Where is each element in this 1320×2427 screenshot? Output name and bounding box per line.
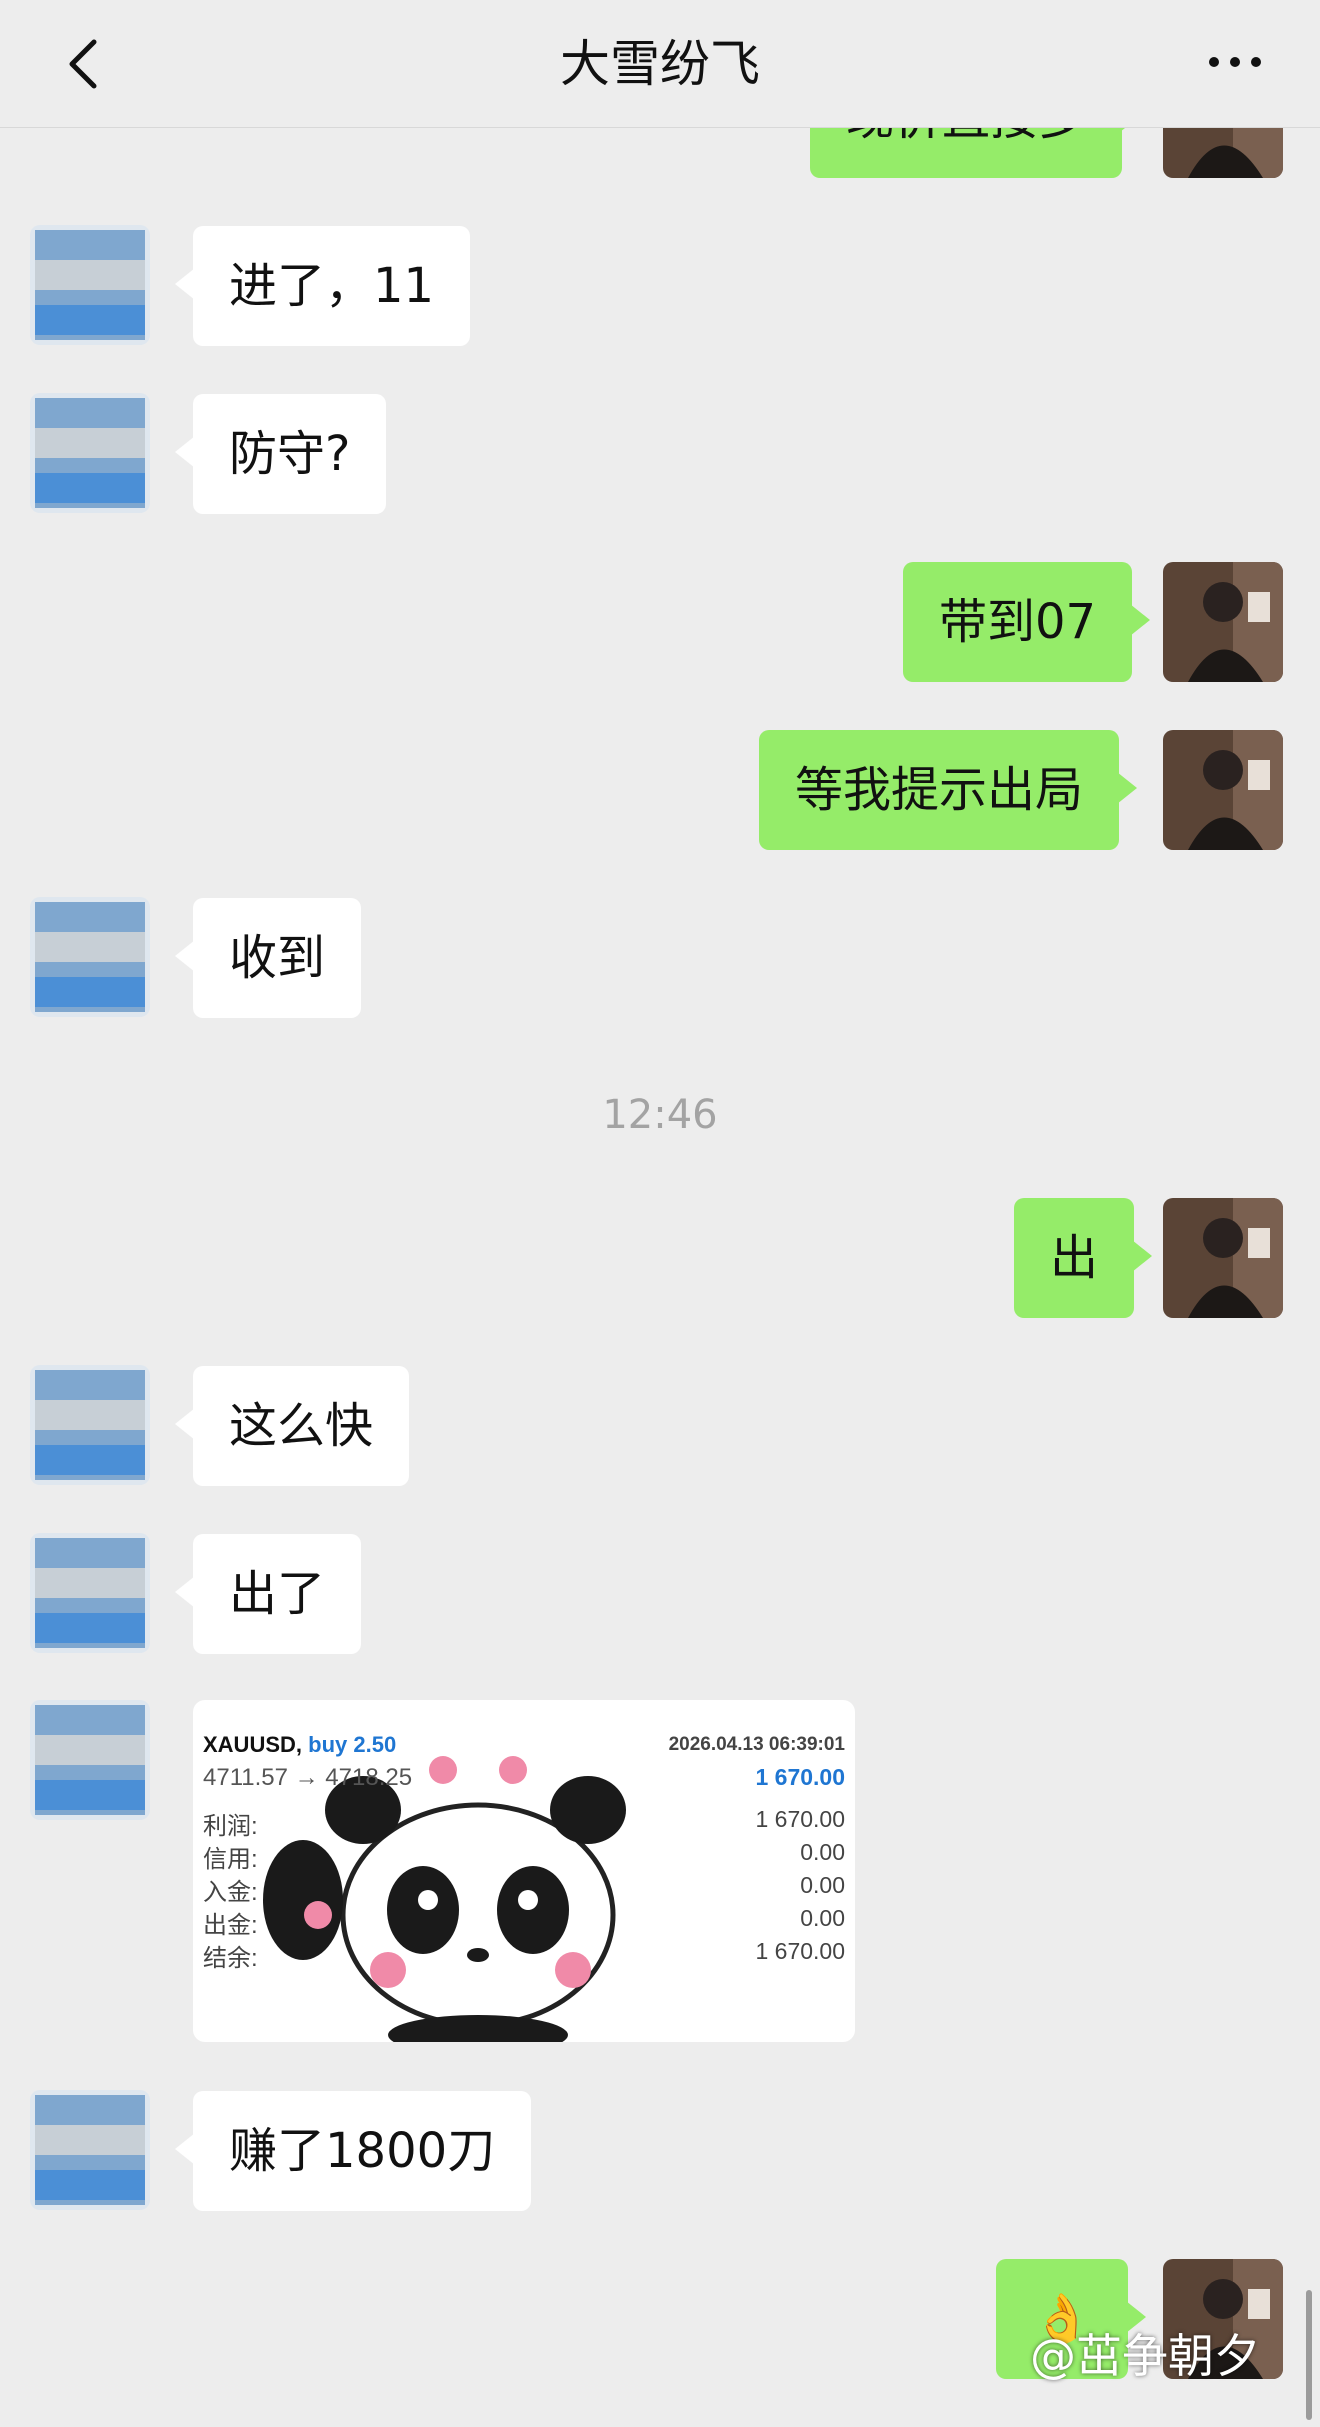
trade-profit-total: 1 670.00 [755,1764,845,1790]
trade-row-label: 信用: [203,1846,258,1873]
trade-side: buy 2.50 [308,1732,397,1757]
trade-prices: 4711.57 → 4718.25 [203,1764,413,1791]
trade-row-value: 1 670.00 [755,1938,845,1964]
trade-row-value: 1 670.00 [755,1806,845,1832]
message-timestamp: 12:46 [602,1092,718,1138]
trade-screenshot-image[interactable]: XAUUSD, buy 2.50 2026.04.13 06:39:01 471… [193,1700,855,2042]
trade-row-value: 0.00 [800,1839,845,1865]
avatar-other[interactable] [30,897,150,1017]
message-bubble-self[interactable]: 出 [1014,1198,1153,1318]
trade-row-label: 结余: [203,1945,258,1972]
message-bubble-self[interactable]: 带到07 [903,562,1151,682]
avatar-other[interactable] [30,2090,150,2210]
watermark: @茁争朝夕 [1030,2329,1260,2383]
avatar-self[interactable] [1163,730,1283,850]
chat-header: 大雪纷飞 [0,0,1320,128]
message-bubble-other[interactable]: 这么快 [174,1366,410,1486]
avatar-other[interactable] [30,1700,150,1820]
trade-row-label: 出金: [203,1912,258,1939]
trade-datetime: 2026.04.13 06:39:01 [668,1734,845,1755]
avatar-other[interactable] [30,393,150,513]
trade-row-label: 入金: [203,1879,258,1906]
message-bubble-self[interactable]: 等我提示出局 [759,730,1138,850]
avatar-self[interactable] [1163,1198,1283,1318]
chat-title: 大雪纷飞 [560,35,760,93]
trade-row-label: 利润: [203,1813,258,1840]
trade-symbol: XAUUSD, buy 2.50 [203,1732,397,1757]
avatar-other[interactable] [30,1365,150,1485]
message-bubble-other[interactable]: 出了 [174,1534,362,1654]
avatar-self[interactable] [1163,562,1283,682]
trade-row-value: 0.00 [800,1905,845,1931]
more-dots-icon [1209,57,1261,67]
message-bubble-other[interactable]: 进了，11 [174,226,471,346]
avatar-other[interactable] [30,1533,150,1653]
more-button[interactable] [1200,40,1270,84]
trade-row-value: 0.00 [800,1872,845,1898]
message-bubble-other[interactable]: 赚了1800刀 [174,2091,532,2211]
message-bubble-other[interactable]: 收到 [174,898,362,1018]
scrollbar[interactable] [1306,2290,1312,2420]
message-bubble-other[interactable]: 防守? [174,394,387,514]
avatar-other[interactable] [30,225,150,345]
